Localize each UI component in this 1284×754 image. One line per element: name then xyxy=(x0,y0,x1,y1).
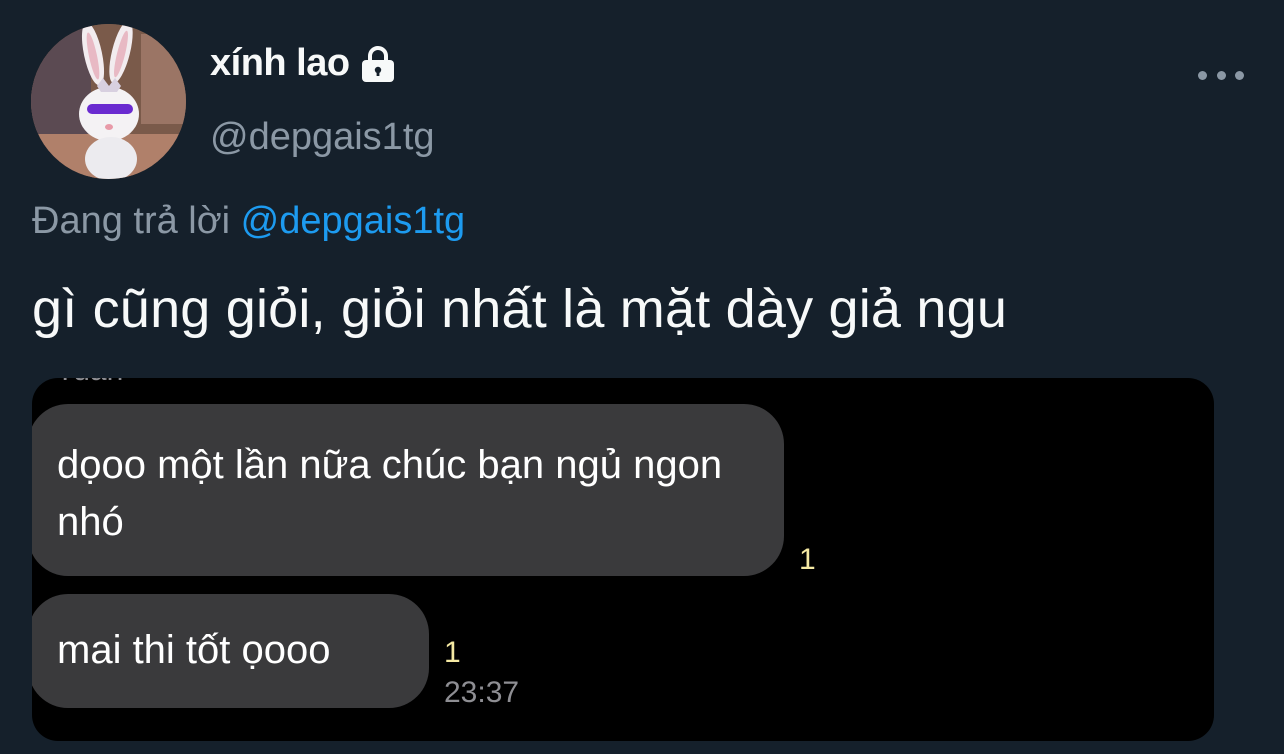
message-time: 23:37 xyxy=(444,676,520,709)
more-icon[interactable] xyxy=(1198,62,1244,88)
author-row: xính lao xyxy=(210,42,398,85)
chat-sender-name: Tuấn xyxy=(56,378,123,388)
replying-label: Đang trả lời xyxy=(32,200,231,242)
read-count: 1 xyxy=(444,636,461,669)
bunny-avatar-image xyxy=(31,24,186,179)
tweet-text: gì cũng giỏi, giỏi nhất là mặt dày giả n… xyxy=(32,279,1008,339)
chat-message-bubble: dọoo một lần nữa chúc bạn ngủ ngon nhó xyxy=(32,404,784,576)
lock-icon xyxy=(358,45,398,83)
author-handle[interactable]: @depgais1tg xyxy=(210,116,435,159)
tweet-media-image[interactable]: Tuấn dọoo một lần nữa chúc bạn ngủ ngon … xyxy=(32,378,1214,741)
chat-message-bubble: mai thi tốt ọooo xyxy=(32,594,429,708)
more-dot xyxy=(1198,70,1207,80)
display-name[interactable]: xính lao xyxy=(210,42,350,85)
avatar[interactable] xyxy=(31,24,186,179)
more-dot xyxy=(1235,70,1244,80)
replying-to: Đang trả lời @depgais1tg xyxy=(32,200,465,243)
more-dot xyxy=(1216,70,1226,80)
read-count: 1 xyxy=(799,543,816,576)
replying-mention-link[interactable]: @depgais1tg xyxy=(241,200,466,242)
